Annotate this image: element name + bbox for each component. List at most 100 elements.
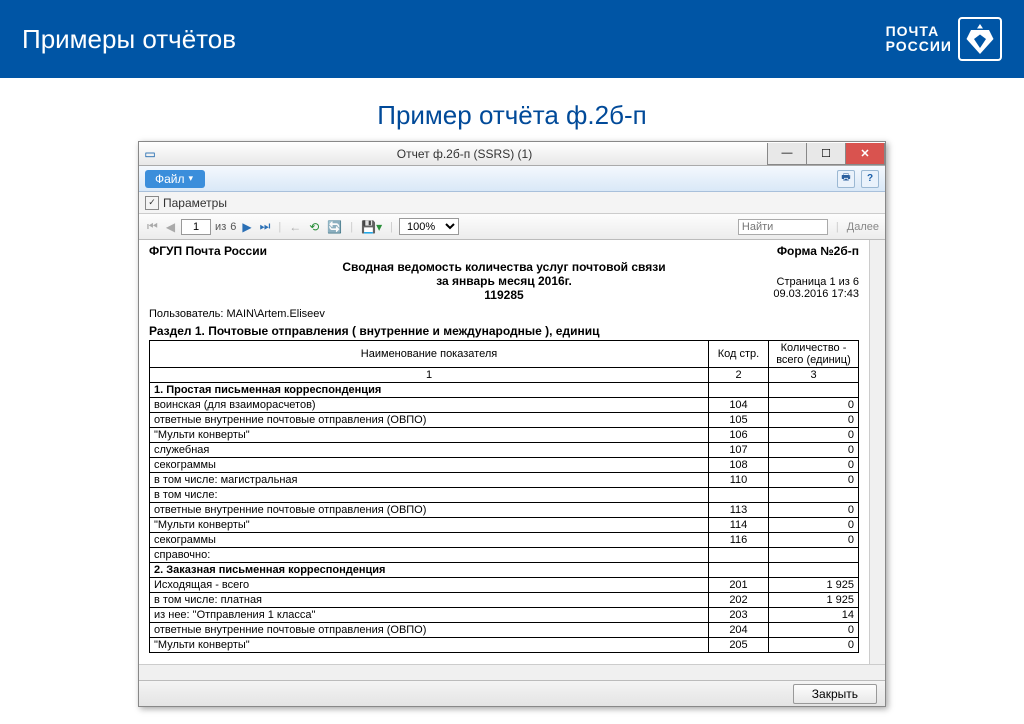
close-window-button[interactable]: ✕	[845, 143, 885, 165]
section-1-title: Раздел 1. Почтовые отправления ( внутрен…	[149, 324, 859, 338]
minimize-button[interactable]: —	[767, 143, 807, 165]
row-name: "Мульти конверты"	[150, 638, 709, 653]
parameters-bar[interactable]: ✓ Параметры	[139, 192, 885, 214]
row-code	[709, 488, 769, 503]
horizontal-scrollbar[interactable]	[139, 664, 885, 680]
row-code: 110	[709, 473, 769, 488]
row-code: 107	[709, 443, 769, 458]
page-total: 6	[230, 221, 236, 233]
report-period: за январь месяц 2016г.	[149, 274, 859, 288]
row-code: 116	[709, 533, 769, 548]
table-row: в том числе:	[150, 488, 859, 503]
params-label: Параметры	[163, 196, 227, 210]
col-name-header: Наименование показателя	[150, 341, 709, 368]
page-number-input[interactable]	[181, 219, 211, 235]
row-name: воинская (для взаиморасчетов)	[150, 398, 709, 413]
window-controls: — ☐ ✕	[768, 143, 885, 165]
row-qty: 1 925	[769, 578, 859, 593]
row-qty: 0	[769, 473, 859, 488]
row-code: 204	[709, 623, 769, 638]
row-name: секограммы	[150, 458, 709, 473]
menubar: Файл ▾ 🖶 ?	[139, 166, 885, 192]
eagle-icon	[958, 17, 1002, 61]
first-page-button[interactable]: ⏮	[145, 219, 160, 234]
stop-button[interactable]: ⟲	[307, 220, 321, 234]
row-name: 1. Простая письменная корреспонденция	[150, 383, 709, 398]
col-code-header: Код стр.	[709, 341, 769, 368]
print-icon[interactable]: 🖶	[837, 170, 855, 188]
row-name: "Мульти конверты"	[150, 518, 709, 533]
page-info: Страница 1 из 6 09.03.2016 17:43	[773, 276, 859, 300]
logo-text: ПОЧТА РОССИИ	[886, 24, 952, 55]
row-code: 201	[709, 578, 769, 593]
report-window: ▭ Отчет ф.2б-п (SSRS) (1) — ☐ ✕ Файл ▾ 🖶…	[138, 141, 886, 707]
row-qty: 0	[769, 458, 859, 473]
row-name: в том числе: магистральная	[150, 473, 709, 488]
row-code: 114	[709, 518, 769, 533]
table-header-row: Наименование показателя Код стр. Количес…	[150, 341, 859, 368]
refresh-button[interactable]: 🔄	[325, 220, 344, 234]
row-name: "Мульти конверты"	[150, 428, 709, 443]
row-name: в том числе: платная	[150, 593, 709, 608]
org-name: ФГУП Почта России	[149, 244, 267, 258]
slide-subtitle: Пример отчёта ф.2б-п	[0, 100, 1024, 131]
table-row: в том числе: платная2021 925	[150, 593, 859, 608]
last-page-button[interactable]: ⏭	[258, 219, 273, 234]
report-code: 119285	[149, 288, 859, 302]
row-code: 113	[709, 503, 769, 518]
prev-page-button[interactable]: ◀	[164, 220, 177, 234]
titlebar: ▭ Отчет ф.2б-п (SSRS) (1) — ☐ ✕	[139, 142, 885, 166]
table-row: ответные внутренние почтовые отправления…	[150, 503, 859, 518]
row-code: 205	[709, 638, 769, 653]
row-qty	[769, 563, 859, 578]
row-qty: 0	[769, 443, 859, 458]
row-code: 203	[709, 608, 769, 623]
row-code: 105	[709, 413, 769, 428]
export-button[interactable]: 💾▾	[359, 220, 384, 234]
form-number: Форма №2б-п	[777, 244, 859, 258]
zoom-select[interactable]: 100%	[399, 218, 459, 235]
row-qty: 1 925	[769, 593, 859, 608]
statusbar: Закрыть	[139, 680, 885, 706]
help-icon[interactable]: ?	[861, 170, 879, 188]
table-row: ответные внутренние почтовые отправления…	[150, 413, 859, 428]
row-code	[709, 563, 769, 578]
row-qty	[769, 548, 859, 563]
row-qty: 0	[769, 398, 859, 413]
row-code: 108	[709, 458, 769, 473]
row-name: 2. Заказная письменная корреспонденция	[150, 563, 709, 578]
row-name: ответные внутренние почтовые отправления…	[150, 623, 709, 638]
back-button[interactable]: ←	[287, 220, 303, 234]
table-row: "Мульти конверты"1140	[150, 518, 859, 533]
row-qty: 0	[769, 413, 859, 428]
table-row: воинская (для взаиморасчетов)1040	[150, 398, 859, 413]
table-row: "Мульти конверты"2050	[150, 638, 859, 653]
user-label: Пользователь: MAIN\Artem.Eliseev	[149, 308, 859, 320]
table-row: "Мульти конверты"1060	[150, 428, 859, 443]
row-name: служебная	[150, 443, 709, 458]
row-qty	[769, 383, 859, 398]
row-name: в том числе:	[150, 488, 709, 503]
row-qty: 0	[769, 623, 859, 638]
row-name: из нее: "Отправления 1 класса"	[150, 608, 709, 623]
close-button[interactable]: Закрыть	[793, 684, 877, 704]
next-page-button[interactable]: ▶	[240, 220, 253, 234]
row-code: 106	[709, 428, 769, 443]
maximize-button[interactable]: ☐	[806, 143, 846, 165]
vertical-scrollbar[interactable]	[869, 240, 885, 664]
find-next-link[interactable]: Далее	[847, 221, 879, 233]
find-input[interactable]	[738, 219, 828, 235]
row-name: ответные внутренние почтовые отправления…	[150, 413, 709, 428]
table-row: 2. Заказная письменная корреспонденция	[150, 563, 859, 578]
table-row: Исходящая - всего2011 925	[150, 578, 859, 593]
row-qty: 0	[769, 428, 859, 443]
table-row: секограммы1160	[150, 533, 859, 548]
file-menu[interactable]: Файл ▾	[145, 170, 205, 188]
slide-header: Примеры отчётов ПОЧТА РОССИИ	[0, 0, 1024, 78]
table-row: из нее: "Отправления 1 класса"20314	[150, 608, 859, 623]
slide-title: Примеры отчётов	[22, 24, 236, 55]
logo: ПОЧТА РОССИИ	[886, 17, 1002, 61]
window-title: Отчет ф.2б-п (SSRS) (1)	[161, 147, 768, 161]
row-name: ответные внутренние почтовые отправления…	[150, 503, 709, 518]
report-viewport[interactable]: ФГУП Почта России Форма №2б-п Сводная ве…	[139, 240, 885, 664]
